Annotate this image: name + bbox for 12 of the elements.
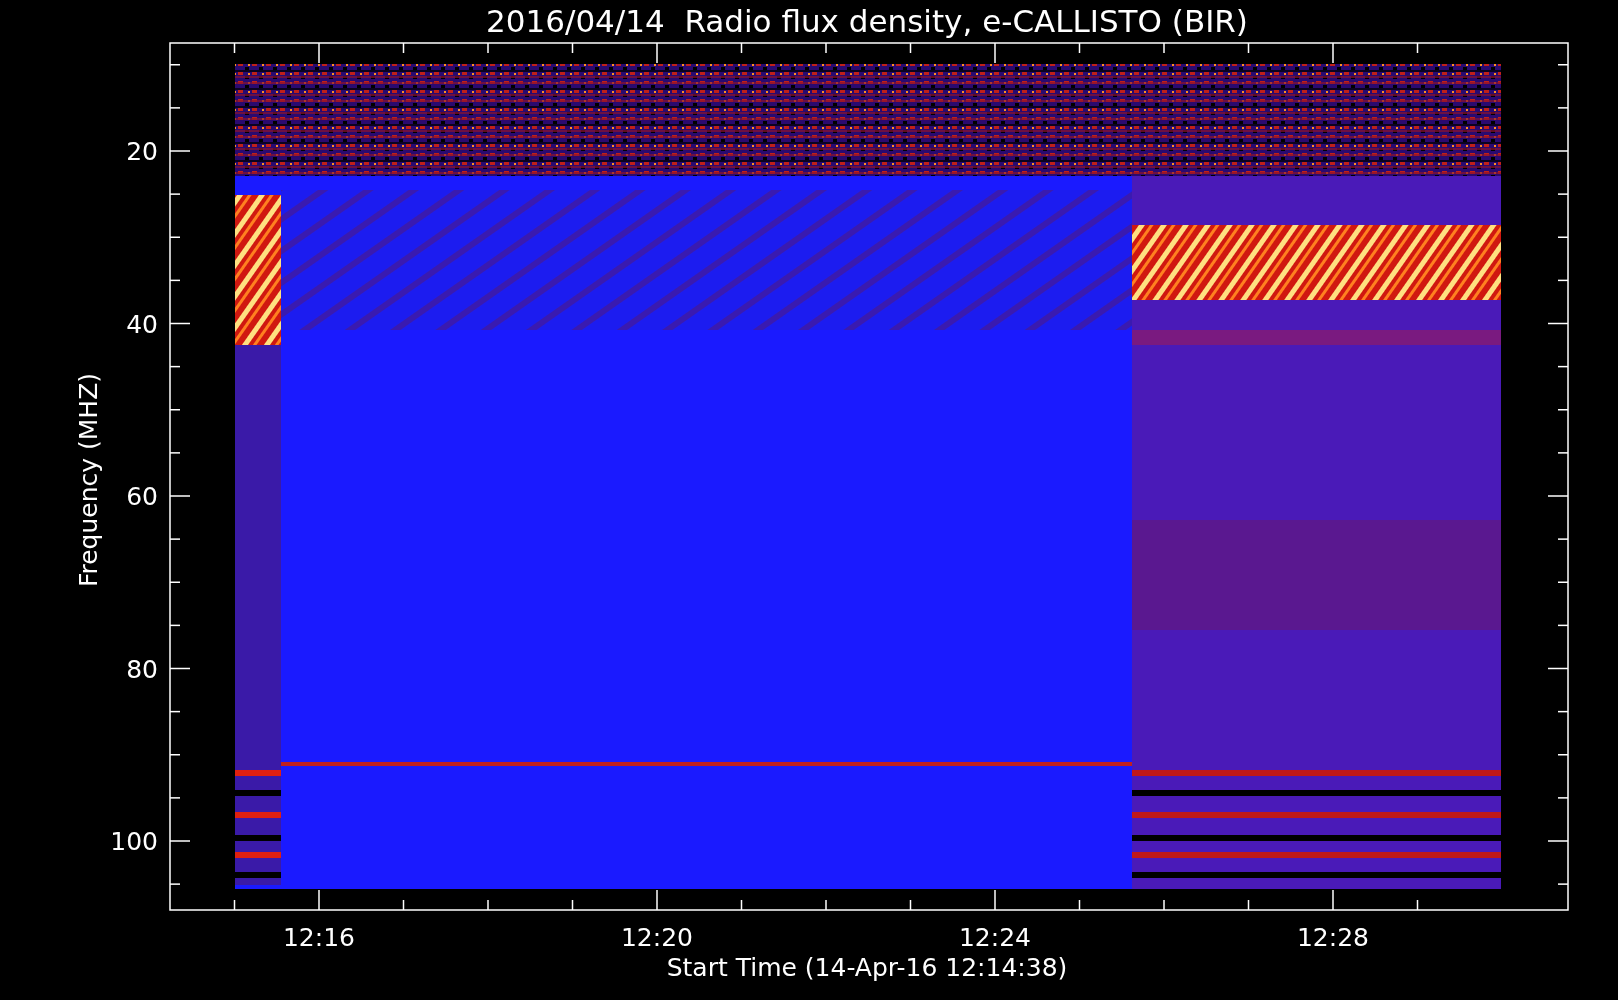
- y-tick-label: 80: [126, 654, 158, 684]
- y-tick-label: 60: [126, 482, 158, 511]
- x-axis-label: Start Time (14-Apr-16 12:14:38): [666, 953, 1068, 982]
- x-tick-label: 12:16: [283, 923, 355, 952]
- y-tick-label: 100: [110, 827, 158, 856]
- y-tick-label: 40: [126, 309, 158, 339]
- y-tick-label: 20: [126, 137, 158, 166]
- x-tick-label: 12:20: [621, 923, 693, 952]
- chart-title: 2016/04/14 Radio flux density, e-CALLISTO (BIR): [486, 3, 1248, 39]
- y-axis-label: Frequency (MHZ): [74, 372, 103, 588]
- x-tick-label: 12:28: [1297, 923, 1369, 952]
- x-tick-label: 12:24: [959, 923, 1031, 952]
